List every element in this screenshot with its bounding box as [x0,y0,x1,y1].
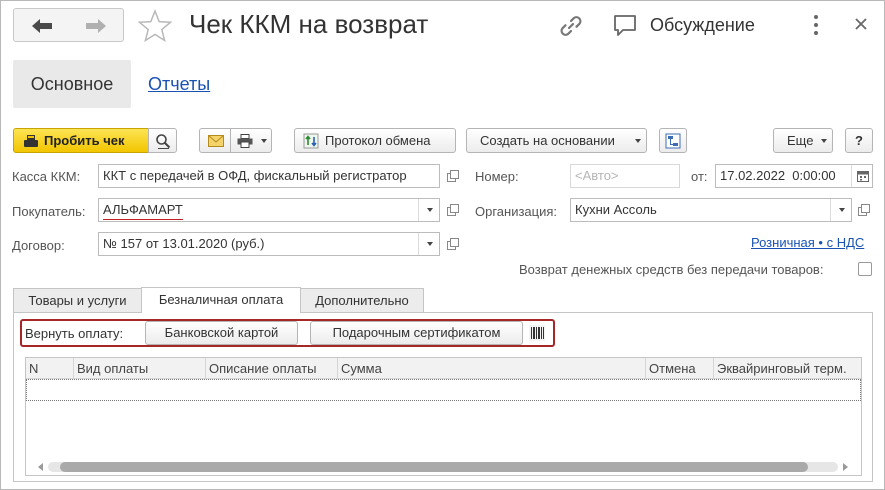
page-title: Чек ККМ на возврат [189,9,429,39]
help-label: ? [855,133,863,148]
document-window: Чек ККМ на возврат Обсуждение Основное О… [0,0,885,490]
close-icon[interactable] [854,17,868,31]
email-button[interactable] [199,128,231,153]
table-row[interactable] [26,379,861,401]
calendar-button[interactable] [851,165,872,187]
print-button[interactable] [230,128,272,153]
column-header-payment-type[interactable]: Вид оплаты [74,358,206,379]
date-label: от: [691,169,708,184]
chevron-down-icon [821,139,827,143]
buyer-label: Покупатель: [12,204,86,219]
contract-dropdown-button[interactable] [418,233,439,255]
contract-value: № 157 от 13.01.2020 (руб.) [103,236,265,251]
exchange-log-button[interactable]: Протокол обмена [294,128,456,153]
kassa-label: Касса ККМ: [12,169,81,184]
org-value: Кухни Ассоль [575,202,657,217]
number-placeholder: <Авто> [575,168,619,183]
return-payment-label: Вернуть оплату: [25,326,124,341]
forward-button[interactable] [68,8,124,42]
chevron-down-icon [839,208,845,212]
discussion-icon[interactable] [612,13,638,39]
gift-certificate-button[interactable]: Подарочным сертификатом [310,321,523,345]
buyer-field[interactable]: АЛЬФАМАРТ [98,198,440,222]
calendar-icon [857,171,869,182]
chevron-down-icon [427,208,433,212]
number-label: Номер: [475,169,519,184]
org-label: Организация: [475,204,558,219]
date-value: 17.02.2022 0:00:00 [720,168,836,183]
open-form-icon[interactable] [447,170,459,182]
refund-label: Возврат денежных средств без передачи то… [519,262,824,277]
payments-table: N Вид оплаты Описание оплаты Сумма Отмен… [25,357,862,476]
bank-card-button[interactable]: Банковской картой [145,321,298,345]
section-tab-main[interactable]: Основное [13,60,131,108]
org-field[interactable]: Кухни Ассоль [570,198,852,222]
structure-button[interactable] [659,128,687,153]
back-button[interactable] [13,8,69,42]
more-button[interactable]: Еще [773,128,833,153]
scroll-right-icon[interactable] [843,463,848,471]
barcode-icon[interactable] [529,325,545,341]
create-based-on-button[interactable]: Создать на основании [466,128,647,153]
column-header-payment-description[interactable]: Описание оплаты [206,358,338,379]
favorite-star-icon[interactable] [137,9,173,43]
table-header: N Вид оплаты Описание оплаты Сумма Отмен… [26,358,861,379]
open-form-icon[interactable] [447,238,459,250]
create-based-on-label: Создать на основании [480,133,615,148]
tab-goods-services[interactable]: Товары и услуги [13,288,142,313]
column-header-n[interactable]: N [26,358,74,379]
chevron-down-icon [635,139,641,143]
scrollbar-thumb[interactable] [60,462,808,472]
column-header-amount[interactable]: Сумма [338,358,646,379]
cash-register-icon [24,135,38,147]
find-check-button[interactable] [148,128,177,153]
link-icon[interactable] [558,13,584,39]
tab-additional[interactable]: Дополнительно [300,288,424,313]
buyer-dropdown-button[interactable] [418,199,439,221]
refund-checkbox[interactable] [858,262,872,276]
arrow-right-icon [86,19,106,33]
tab-cashless-payment[interactable]: Безналичная оплата [141,287,301,313]
column-header-cancel[interactable]: Отмена [646,358,714,379]
price-type-link[interactable]: Розничная • с НДС [751,235,864,250]
column-header-acquiring-terminal[interactable]: Эквайринговый терм. [714,358,861,379]
envelope-icon [208,135,224,147]
chevron-down-icon [261,139,267,143]
hierarchy-icon [665,133,681,149]
contract-label: Договор: [12,238,65,253]
open-form-icon[interactable] [858,204,870,216]
printer-icon [237,134,253,148]
horizontal-scrollbar[interactable] [26,457,861,475]
arrow-left-icon [32,19,52,33]
open-form-icon[interactable] [447,204,459,216]
kassa-field[interactable]: ККТ с передачей в ОФД, фискальный регист… [98,164,440,188]
number-field[interactable]: <Авто> [570,164,680,188]
print-check-label: Пробить чек [44,133,125,148]
buyer-value: АЛЬФАМАРТ [103,201,183,220]
exchange-arrows-icon [303,133,319,149]
scroll-left-icon[interactable] [38,463,43,471]
date-field[interactable]: 17.02.2022 0:00:00 [715,164,873,188]
section-tab-reports[interactable]: Отчеты [148,74,210,95]
kassa-value: ККТ с передачей в ОФД, фискальный регист… [103,168,407,183]
org-dropdown-button[interactable] [830,199,851,221]
chevron-down-icon [427,242,433,246]
discussion-label[interactable]: Обсуждение [650,15,755,36]
contract-field[interactable]: № 157 от 13.01.2020 (руб.) [98,232,440,256]
more-label: Еще [787,133,814,148]
exchange-log-label: Протокол обмена [325,133,431,148]
search-icon [156,134,171,149]
help-button[interactable]: ? [845,128,873,153]
print-check-button[interactable]: Пробить чек [13,128,149,153]
more-vertical-icon[interactable] [811,14,821,36]
